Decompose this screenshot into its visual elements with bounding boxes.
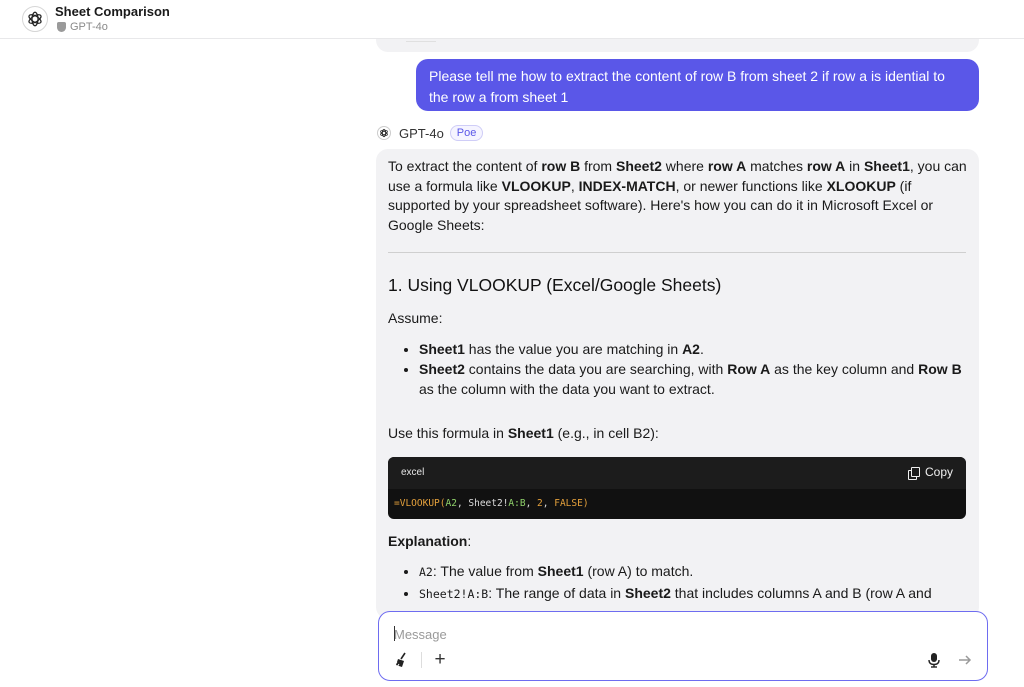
code-block: excel Copy =VLOOKUP(A2, Sheet2!A:B, 2, F… [388,456,966,519]
use-formula-text: Use this formula in Sheet1 (e.g., in cel… [388,425,659,441]
plus-icon[interactable]: + [430,649,450,670]
bot-label-row: GPT-4o Poe [377,124,484,142]
user-message[interactable]: Please tell me how to extract the conten… [416,59,979,111]
assume-text: Assume: [388,310,443,326]
bot-avatar[interactable] [22,6,48,32]
shield-icon [57,22,66,32]
answer-intro: To extract the content of row B from She… [388,158,967,233]
openai-logo-icon [28,11,42,27]
previous-message-tail [376,39,979,52]
send-arrow-icon[interactable] [955,650,975,670]
list-item: Sheet1 has the value you are matching in… [419,340,967,360]
bot-mini-avatar[interactable] [377,126,391,140]
text-caret [394,626,395,641]
list-item: Sheet2 contains the data you are searchi… [419,360,967,399]
composer-divider [421,652,422,668]
copy-code-button[interactable]: Copy [907,463,953,483]
chat-title[interactable]: Sheet Comparison [55,4,170,19]
assumption-list: Sheet1 has the value you are matching in… [388,340,967,400]
section-heading: 1. Using VLOOKUP (Excel/Google Sheets) [388,275,722,295]
code-language: excel [401,466,425,478]
copy-label: Copy [924,464,953,479]
code-block-header: excel Copy [388,456,966,489]
bot-name[interactable]: GPT-4o [399,126,444,141]
message-input[interactable] [394,623,934,645]
divider [388,252,966,253]
bot-message: To extract the content of row B from She… [376,149,979,619]
explanation-heading: Explanation: [388,532,472,549]
list-item: Sheet2!A:B: The range of data in Sheet2 … [419,584,967,605]
header-model-name: GPT-4o [70,21,108,33]
code-content[interactable]: =VLOOKUP(A2, Sheet2!A:B, 2, FALSE) [388,489,966,519]
message-composer: + [378,611,988,681]
explanation-list: A2: The value from Sheet1 (row A) to mat… [388,562,967,604]
chat-header: Sheet Comparison GPT-4o [0,0,1024,39]
microphone-icon[interactable] [924,650,944,670]
broom-clear-context-icon[interactable] [392,650,412,670]
copy-icon [907,466,920,480]
poe-badge: Poe [449,125,484,141]
header-model-label: GPT-4o [57,21,108,33]
openai-logo-icon [380,128,388,138]
list-item: A2: The value from Sheet1 (row A) to mat… [419,562,967,583]
